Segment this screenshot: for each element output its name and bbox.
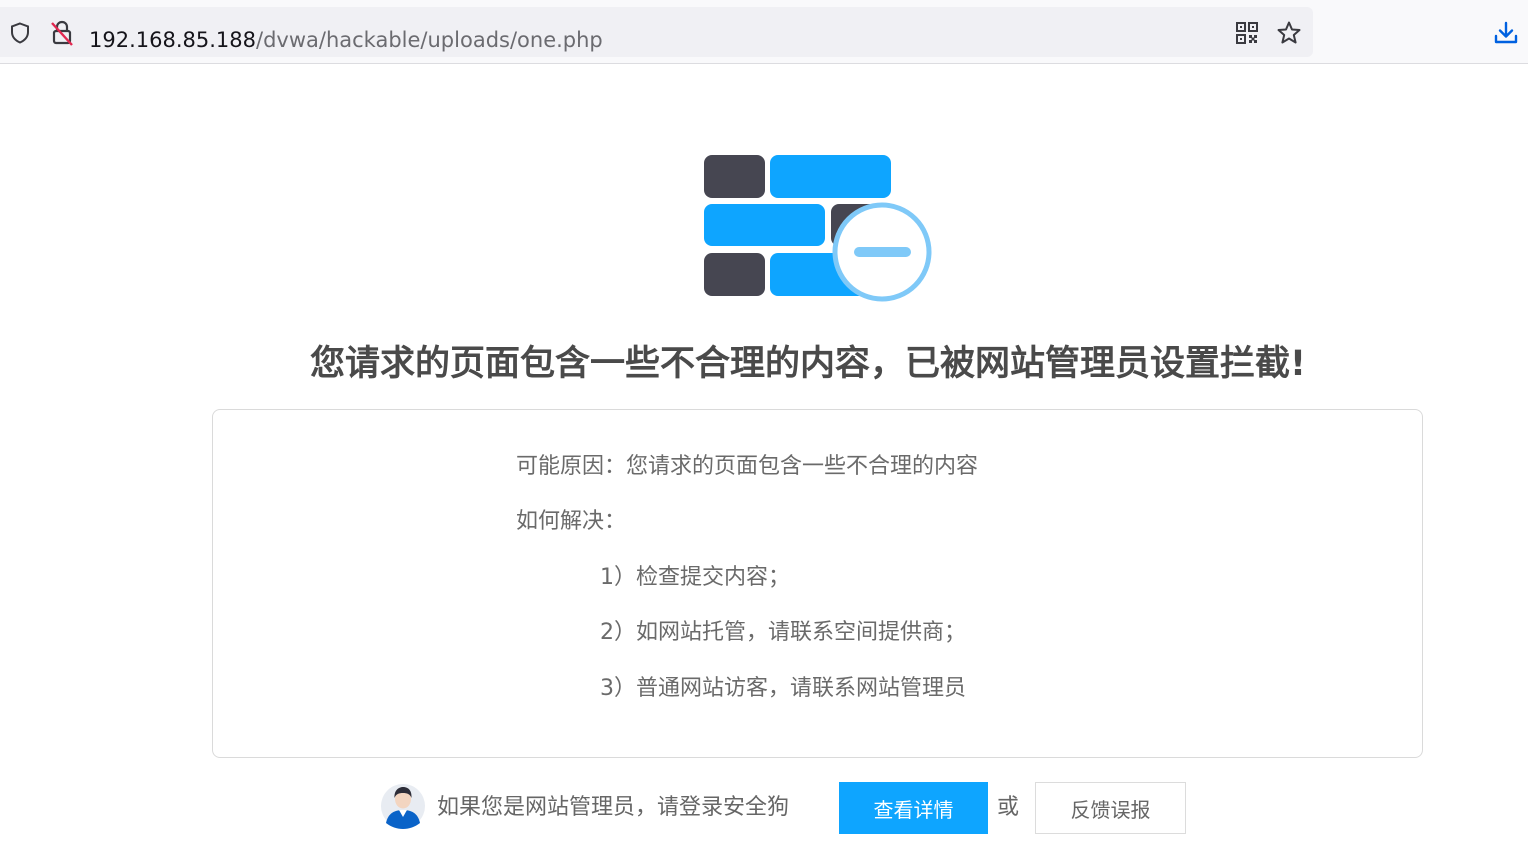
admin-prompt-text: 如果您是网站管理员，请登录安全狗 xyxy=(437,795,790,820)
url-path: /dvwa/hackable/uploads/one.php xyxy=(256,28,603,52)
solution-item: 2）如网站托管，请联系空间提供商； xyxy=(600,620,966,645)
or-text: 或 xyxy=(997,795,1020,820)
admin-avatar-icon xyxy=(381,784,425,829)
solution-item: 1）检查提交内容； xyxy=(600,565,790,590)
block-headline: 您请求的页面包含一些不合理的内容，已被网站管理员设置拦截! xyxy=(310,344,1306,384)
view-details-button[interactable]: 查看详情 xyxy=(839,782,988,834)
download-icon[interactable] xyxy=(1493,20,1519,46)
insecure-lock-icon[interactable] xyxy=(49,19,75,47)
solution-label: 如何解决： xyxy=(516,509,627,534)
qr-code-icon[interactable] xyxy=(1235,21,1259,45)
bookmark-star-icon[interactable] xyxy=(1276,20,1302,46)
report-false-positive-button[interactable]: 反馈误报 xyxy=(1035,782,1186,834)
address-bar[interactable]: 192.168.85.188/dvwa/hackable/uploads/one… xyxy=(0,7,1313,57)
info-box: 可能原因：您请求的页面包含一些不合理的内容 如何解决： 1）检查提交内容； 2）… xyxy=(212,409,1423,758)
url-host: 192.168.85.188 xyxy=(89,28,256,52)
shield-icon[interactable] xyxy=(8,21,32,45)
url-text[interactable]: 192.168.85.188/dvwa/hackable/uploads/one… xyxy=(89,26,603,54)
reason-text: 可能原因：您请求的页面包含一些不合理的内容 xyxy=(516,454,979,479)
firewall-block-icon xyxy=(704,155,932,302)
solution-item: 3）普通网站访客，请联系网站管理员 xyxy=(600,676,966,701)
browser-toolbar: 192.168.85.188/dvwa/hackable/uploads/one… xyxy=(0,0,1528,64)
